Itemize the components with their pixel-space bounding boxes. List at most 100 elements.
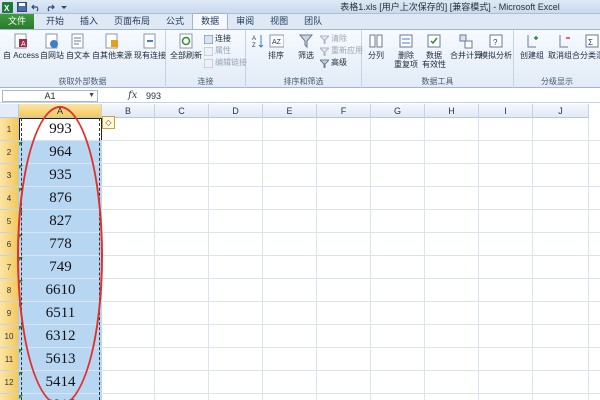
redo-icon[interactable] xyxy=(44,2,55,13)
row-header-1[interactable]: 1 xyxy=(0,118,19,141)
tab-review[interactable]: 审阅 xyxy=(228,14,262,29)
row-header-8[interactable]: 8 xyxy=(0,279,19,302)
row-header-10[interactable]: 10 xyxy=(0,325,19,348)
grid-line xyxy=(19,255,600,256)
clear-button[interactable]: 清除 xyxy=(320,34,347,44)
column-header-i[interactable]: I xyxy=(479,104,533,118)
filter-button[interactable]: 筛选 xyxy=(298,33,314,60)
subtotal-button[interactable]: Σ 分类汇 xyxy=(580,33,600,60)
tab-formulas[interactable]: 公式 xyxy=(158,14,192,29)
row-header-4[interactable]: 4 xyxy=(0,187,19,210)
group-external-data: A 自 Access 自网站 自文本 自其他来源 现有连接 获取外部数据 xyxy=(0,30,166,88)
from-text-button[interactable]: 自文本 xyxy=(66,33,90,60)
grid-line xyxy=(19,347,600,348)
row-header-11[interactable]: 11 xyxy=(0,348,19,371)
quick-access-toolbar: X xyxy=(2,1,69,13)
properties-button[interactable]: 属性 xyxy=(204,46,231,56)
grid-line xyxy=(19,232,600,233)
group-button[interactable]: 创建组 xyxy=(520,33,544,60)
grid-line xyxy=(316,118,317,400)
undo-icon[interactable] xyxy=(30,2,41,13)
group-connections: 全部刷新 连接 属性 编辑链接 连接 xyxy=(166,30,247,88)
smart-tag-icon[interactable]: ◇ xyxy=(102,116,115,129)
chevron-down-icon[interactable]: ▼ xyxy=(88,91,95,101)
tab-page-layout[interactable]: 页面布局 xyxy=(106,14,158,29)
excel-logo-icon[interactable]: X xyxy=(2,1,13,13)
remove-duplicates-button[interactable]: 删除 重复项 xyxy=(394,33,418,69)
group-icon xyxy=(525,33,540,49)
grid-line xyxy=(370,118,371,400)
save-icon[interactable] xyxy=(16,2,27,13)
title-bar: X 表格1.xls [用户上次保存的] [兼容模式] - Microsoft E… xyxy=(0,0,600,14)
tab-team[interactable]: 团队 xyxy=(296,14,330,29)
row-header-3[interactable]: 3 xyxy=(0,164,19,187)
row-header-5[interactable]: 5 xyxy=(0,210,19,233)
tab-file[interactable]: 文件 xyxy=(0,14,34,29)
row-header-13[interactable]: 13 xyxy=(0,394,19,400)
grid-line xyxy=(424,118,425,400)
formula-input[interactable]: 993 xyxy=(146,90,161,102)
customize-qat-icon[interactable] xyxy=(58,2,69,13)
subtotal-icon: Σ xyxy=(585,33,600,49)
edit-links-icon xyxy=(204,58,213,68)
advanced-filter-icon xyxy=(320,59,329,68)
from-web-button[interactable]: 自网站 xyxy=(40,33,64,60)
tab-home[interactable]: 开始 xyxy=(38,14,72,29)
refresh-all-button[interactable]: 全部刷新 xyxy=(170,33,202,60)
sort-az-button[interactable]: AZ xyxy=(250,33,265,51)
column-header-j[interactable]: J xyxy=(533,104,589,118)
data-validation-icon xyxy=(427,33,442,49)
column-header-g[interactable]: G xyxy=(371,104,425,118)
column-header-c[interactable]: C xyxy=(155,104,209,118)
grid-line xyxy=(19,186,600,187)
grid-line xyxy=(208,118,209,400)
worksheet-grid[interactable]: A B C D E F G H I J 1 993 2 964 3 935 4 876 5 827 6 778 7 749 8 6… xyxy=(0,104,600,400)
ungroup-icon xyxy=(557,33,572,49)
what-if-analysis-button[interactable]: ? 模拟分析 xyxy=(480,33,512,60)
connections-button[interactable]: 连接 xyxy=(204,34,231,44)
name-box[interactable]: A1 ▼ xyxy=(2,90,98,102)
ungroup-button[interactable]: 取消组合 xyxy=(548,33,580,60)
clear-filter-icon xyxy=(320,35,329,44)
grid-line xyxy=(154,118,155,400)
insert-function-icon[interactable]: fx xyxy=(128,90,137,102)
text-to-columns-button[interactable]: 分列 xyxy=(368,33,384,60)
ribbon: A 自 Access 自网站 自文本 自其他来源 现有连接 获取外部数据 全部刷… xyxy=(0,30,600,88)
column-header-d[interactable]: D xyxy=(209,104,263,118)
row-header-9[interactable]: 9 xyxy=(0,302,19,325)
from-other-sources-button[interactable]: 自其他来源 xyxy=(92,33,132,60)
group-label-sort-filter: 排序和筛选 xyxy=(283,77,324,86)
data-validation-button[interactable]: 数据 有效性 xyxy=(422,33,446,69)
column-header-f[interactable]: F xyxy=(317,104,371,118)
grid-line xyxy=(478,118,479,400)
consolidate-icon xyxy=(459,33,474,49)
sort-button[interactable]: AZ 排序 xyxy=(268,33,284,60)
tab-view[interactable]: 视图 xyxy=(262,14,296,29)
grid-line xyxy=(19,301,600,302)
svg-text:Σ: Σ xyxy=(588,38,593,47)
svg-text:A: A xyxy=(21,41,26,48)
svg-text:A: A xyxy=(252,36,256,42)
column-header-e[interactable]: E xyxy=(263,104,317,118)
from-access-button[interactable]: A 自 Access xyxy=(3,33,39,60)
reapply-button[interactable]: 重新应用 xyxy=(320,46,363,56)
edit-links-button[interactable]: 编辑链接 xyxy=(204,58,247,68)
group-sort-filter: AZ AZ 排序 筛选 清除 重新应用 高级 排序和筛选 xyxy=(246,30,363,88)
existing-connections-button[interactable]: 现有连接 xyxy=(134,33,166,60)
tab-insert[interactable]: 插入 xyxy=(72,14,106,29)
consolidate-button[interactable]: 合并计算 xyxy=(450,33,482,60)
tab-data[interactable]: 数据 xyxy=(192,13,229,29)
select-all-corner[interactable] xyxy=(0,104,19,118)
group-outline: 创建组 取消组合 Σ 分类汇 分级显示 xyxy=(514,30,600,88)
group-data-tools: 分列 删除 重复项 数据 有效性 合并计算 ? 模拟分析 数据工具 xyxy=(362,30,514,88)
grid-line xyxy=(19,209,600,210)
row-header-12[interactable]: 12 xyxy=(0,371,19,394)
grid-line xyxy=(19,393,600,394)
svg-text:AZ: AZ xyxy=(272,39,282,46)
column-header-h[interactable]: H xyxy=(425,104,479,118)
grid-line xyxy=(532,118,533,400)
other-sources-icon xyxy=(105,33,120,49)
advanced-filter-button[interactable]: 高级 xyxy=(320,58,347,68)
row-header-2[interactable]: 2 xyxy=(0,141,19,164)
text-to-columns-icon xyxy=(369,33,384,49)
